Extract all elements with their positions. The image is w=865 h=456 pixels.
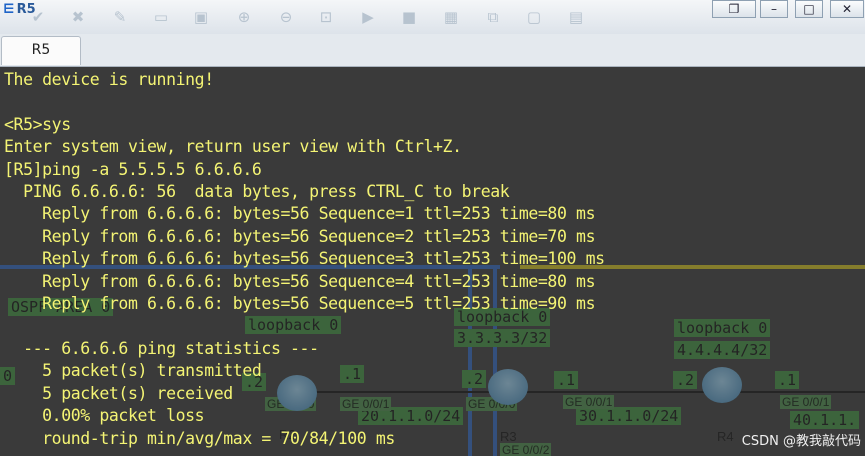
- zoom-in-icon[interactable]: ⊕: [234, 8, 254, 26]
- play-icon[interactable]: ▶: [358, 8, 378, 26]
- maximize-button[interactable]: □: [795, 0, 823, 18]
- console-line: Reply from 6.6.6.6: bytes=56 Sequence=1 …: [4, 204, 596, 223]
- tab-r5[interactable]: R5: [1, 36, 81, 65]
- console-line: The device is running!: [4, 70, 214, 89]
- minimize-button[interactable]: –: [760, 0, 788, 18]
- console-line: round-trip min/avg/max = 70/84/100 ms: [4, 429, 395, 448]
- image-icon[interactable]: ▤: [566, 8, 586, 26]
- topology-icon[interactable]: ⧉: [483, 8, 503, 26]
- console-line: PING 6.6.6.6: 56 data bytes, press CTRL_…: [4, 182, 510, 201]
- console-line: Reply from 6.6.6.6: bytes=56 Sequence=4 …: [4, 272, 596, 291]
- check-icon[interactable]: ✔: [28, 8, 48, 26]
- console-line: Reply from 6.6.6.6: bytes=56 Sequence=2 …: [4, 227, 596, 246]
- console-line: [R5]ping -a 5.5.5.5 6.6.6.6: [4, 160, 262, 179]
- console-line: --- 6.6.6.6 ping statistics ---: [4, 339, 319, 358]
- rect-icon[interactable]: ▣: [191, 8, 211, 26]
- fit-icon[interactable]: ⊡: [316, 8, 336, 26]
- console-line: Reply from 6.6.6.6: bytes=56 Sequence=5 …: [4, 294, 596, 313]
- capture-icon[interactable]: ▦: [441, 8, 461, 26]
- console-line: 5 packet(s) transmitted: [4, 361, 262, 380]
- edit-icon[interactable]: ✎: [110, 8, 130, 26]
- console-line: Enter system view, return user view with…: [4, 137, 462, 156]
- delete-icon[interactable]: ✖: [68, 8, 88, 26]
- ensp-logo-icon: ⋿: [3, 2, 15, 17]
- stop-icon[interactable]: ■: [399, 8, 419, 26]
- zoom-out-icon[interactable]: ⊖: [276, 8, 296, 26]
- console-output: The device is running! <R5>sys Enter sys…: [0, 67, 865, 456]
- console-line: 0.00% packet loss: [4, 406, 205, 425]
- chat-icon[interactable]: ▭: [151, 8, 171, 26]
- restore-button[interactable]: ❐: [712, 0, 756, 18]
- toolbar: ⋿ R5 ✔ ✖ ✎ ▭ ▣ ⊕ ⊖ ⊡ ▶ ■ ▦ ⧉ ▢ ▤ ❐ – □ ✕: [0, 0, 865, 35]
- console-line: 5 packet(s) received: [4, 384, 233, 403]
- console-line: <R5>sys: [4, 115, 71, 134]
- window-icon[interactable]: ▢: [524, 8, 544, 26]
- tab-bar: R5: [0, 34, 865, 67]
- console-terminal[interactable]: OSPF AREA 0 loopback 0 loopback 0 3.3.3.…: [0, 67, 865, 456]
- close-button[interactable]: ✕: [830, 0, 864, 18]
- watermark: CSDN @教我敲代码: [741, 434, 861, 449]
- console-line: Reply from 6.6.6.6: bytes=56 Sequence=3 …: [4, 249, 605, 268]
